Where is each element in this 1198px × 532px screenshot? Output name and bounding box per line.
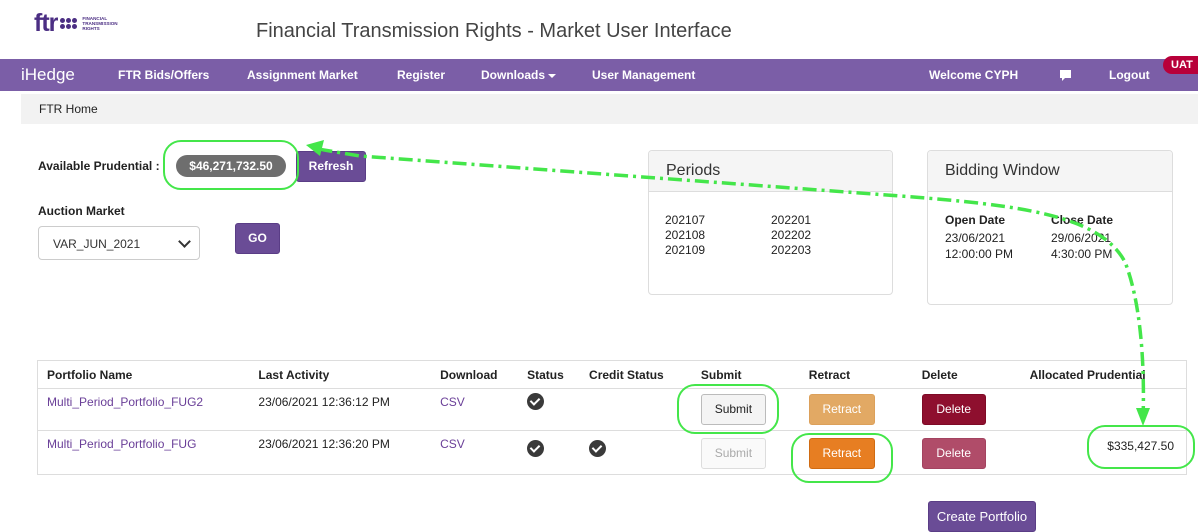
bidding-window-title: Bidding Window	[945, 162, 1060, 179]
csv-download-link[interactable]: CSV	[440, 437, 465, 451]
chevron-down-icon	[178, 235, 191, 248]
period-value: 202203	[771, 243, 812, 257]
table-header-row: Portfolio Name Last Activity Download St…	[37, 360, 1187, 389]
app-title: Financial Transmission Rights - Market U…	[256, 20, 732, 42]
column-header[interactable]: Delete	[912, 360, 1021, 389]
logo-dots-icon	[60, 17, 78, 29]
open-date-label: Open Date	[945, 213, 1006, 227]
breadcrumb: FTR Home	[21, 94, 1198, 124]
chat-button[interactable]	[1060, 59, 1071, 91]
brand-link[interactable]: iHedge	[21, 59, 75, 91]
nav-assignment-market[interactable]: Assignment Market	[247, 59, 358, 91]
table-row: Multi_Period_Portfolio_FUG 23/06/2021 12…	[37, 430, 1187, 475]
available-prudential-label: Available Prudential :	[38, 159, 160, 173]
check-circle-icon	[589, 440, 607, 457]
comment-icon	[1060, 70, 1071, 81]
column-header[interactable]: Retract	[799, 360, 913, 389]
column-header[interactable]: Portfolio Name	[37, 360, 250, 389]
period-value: 202107	[665, 213, 706, 227]
highlight-allocated	[1087, 425, 1195, 469]
bidding-window-panel: Bidding Window Open Date 23/06/2021 12:0…	[927, 150, 1173, 305]
periods-title: Periods	[666, 162, 721, 179]
period-value: 202202	[771, 228, 812, 242]
close-date-value: 29/06/2021	[1051, 231, 1112, 245]
breadcrumb-home[interactable]: FTR Home	[39, 102, 98, 116]
create-portfolio-button[interactable]: Create Portfolio	[928, 501, 1036, 532]
column-header[interactable]: Credit Status	[580, 360, 692, 389]
submit-button-disabled: Submit	[700, 438, 766, 469]
period-value: 202108	[665, 228, 706, 242]
nav-downloads-label: Downloads	[481, 68, 546, 82]
go-button[interactable]: GO	[235, 223, 280, 254]
column-header[interactable]: Download	[431, 360, 519, 389]
highlight-retract	[791, 433, 893, 483]
env-badge: UAT	[1163, 56, 1198, 74]
top-navbar: iHedge FTR Bids/Offers Assignment Market…	[0, 56, 1198, 91]
column-header[interactable]: Last Activity	[249, 360, 432, 389]
nav-user-management[interactable]: User Management	[592, 59, 695, 91]
last-activity: 23/06/2021 12:36:20 PM	[258, 437, 390, 451]
open-date-value: 23/06/2021	[945, 231, 1006, 245]
logo-subtext: FINANCIAL TRANSMISSION RIGHTS	[82, 15, 118, 31]
open-time-value: 12:00:00 PM	[945, 247, 1014, 261]
portfolio-name-link[interactable]: Multi_Period_Portfolio_FUG	[47, 437, 196, 451]
nav-downloads[interactable]: Downloads	[481, 59, 557, 91]
delete-button[interactable]: Delete	[921, 438, 986, 469]
check-circle-icon	[527, 440, 545, 457]
highlight-prudential	[163, 140, 299, 190]
table-row: Multi_Period_Portfolio_FUG2 23/06/2021 1…	[37, 388, 1187, 431]
auction-market-label: Auction Market	[38, 204, 125, 218]
close-time-value: 4:30:00 PM	[1051, 247, 1113, 261]
logout-link[interactable]: Logout	[1109, 59, 1150, 91]
delete-button[interactable]: Delete	[921, 394, 986, 425]
portfolio-name-link[interactable]: Multi_Period_Portfolio_FUG2	[47, 395, 203, 409]
caret-down-icon	[548, 73, 557, 78]
nav-ftr-bids-offers[interactable]: FTR Bids/Offers	[118, 59, 209, 91]
auction-market-select[interactable]: VAR_JUN_2021	[38, 226, 200, 260]
periods-panel: Periods 202107 202108 202109 202201 2022…	[648, 150, 893, 295]
refresh-button[interactable]: Refresh	[296, 151, 366, 182]
bidding-window-header: Bidding Window	[928, 151, 1172, 192]
ftr-logo: ftr FINANCIAL TRANSMISSION RIGHTS	[34, 8, 122, 37]
auction-market-selected: VAR_JUN_2021	[53, 237, 141, 251]
highlight-submit	[677, 384, 779, 434]
retract-button[interactable]: Retract	[808, 394, 875, 425]
column-header[interactable]: Status	[518, 360, 581, 389]
csv-download-link[interactable]: CSV	[440, 395, 465, 409]
logo-text: ftr	[34, 8, 58, 37]
portfolio-table: Portfolio Name Last Activity Download St…	[37, 360, 1187, 475]
periods-header: Periods	[649, 151, 892, 192]
column-header[interactable]: Allocated Prudential	[1020, 360, 1187, 389]
welcome-user[interactable]: Welcome CYPH	[929, 59, 1018, 91]
close-date-label: Close Date	[1051, 213, 1114, 227]
last-activity: 23/06/2021 12:36:12 PM	[258, 395, 390, 409]
period-value: 202201	[771, 213, 812, 227]
credit-status-cell	[580, 388, 692, 431]
check-circle-icon	[527, 393, 545, 410]
nav-register[interactable]: Register	[397, 59, 445, 91]
period-value: 202109	[665, 243, 706, 257]
